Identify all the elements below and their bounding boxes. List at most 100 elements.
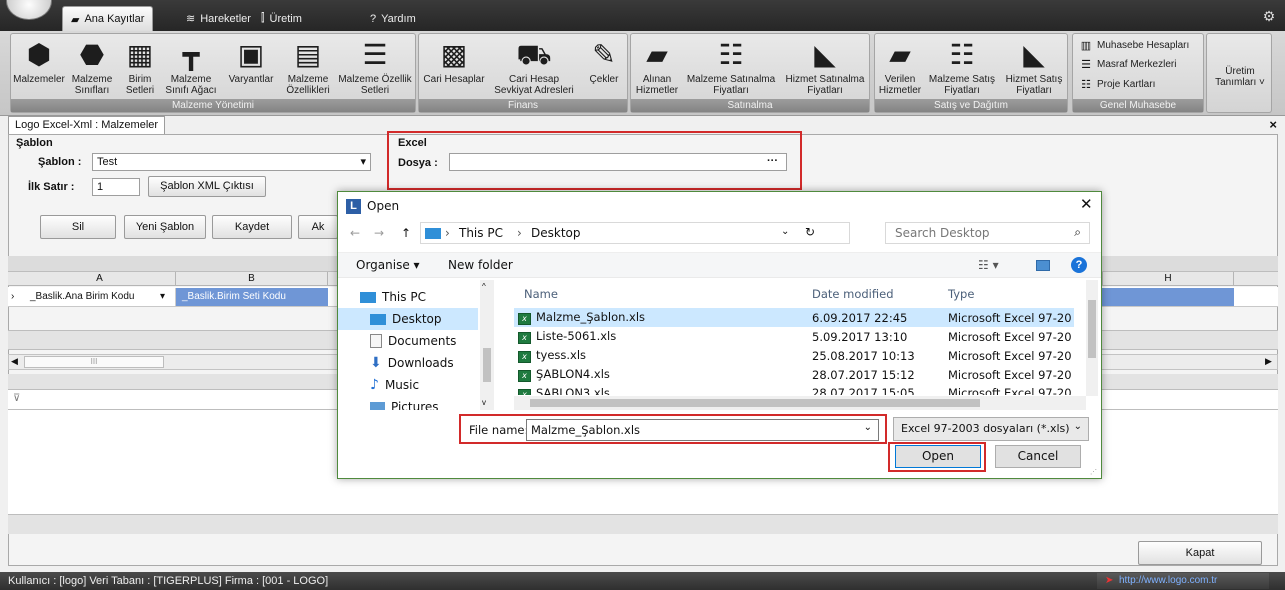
cari-hesap-sevkiyat-button[interactable]: ⛟ Cari Hesap Sevkiyat Adresleri: [489, 37, 579, 96]
document-tab[interactable]: Logo Excel-Xml : Malzemeler: [8, 116, 166, 134]
nav-desktop[interactable]: Desktop: [338, 308, 478, 330]
nav-scrollbar[interactable]: ^ v: [480, 280, 494, 410]
grid-cell-b[interactable]: _Baslik.Birim Seti Kodu: [176, 288, 328, 306]
malzeme-satis-fiyatlari-button[interactable]: ☷ Malzeme Satış Fiyatları: [925, 37, 999, 96]
file-row-4[interactable]: x ŞABLON3.xls 28.07.2017 15:05 Microsoft …: [514, 384, 1074, 395]
filter-icon[interactable]: ⊽: [13, 393, 20, 404]
file-list-hscrollbar[interactable]: [514, 396, 1086, 410]
ak-button[interactable]: Ak: [298, 215, 338, 239]
nav-this-pc[interactable]: This PC: [338, 286, 478, 308]
file-row-1[interactable]: x Liste-5061.xls 5.09.2017 13:10 Microsof…: [514, 327, 1074, 346]
hierarchy-icon: ┳: [182, 38, 200, 70]
back-icon[interactable]: ←: [350, 226, 360, 240]
hizmet-satis-fiyatlari-button[interactable]: ◣ Hizmet Satış Fiyatları: [1001, 37, 1067, 96]
view-options-icon[interactable]: ☷ ▾: [978, 258, 999, 272]
nav-downloads[interactable]: ⬇ Downloads: [338, 352, 478, 374]
ilk-satir-input[interactable]: 1: [92, 178, 140, 196]
refresh-icon[interactable]: ↻: [805, 225, 815, 239]
column-date-modified[interactable]: Date modified: [812, 287, 894, 301]
button-label: Malzeme: [170, 74, 212, 85]
malzeme-ozellik-setleri-button[interactable]: ☰ Malzeme Özellik Setleri: [335, 37, 415, 96]
close-icon[interactable]: ×: [1269, 117, 1277, 132]
nav-music[interactable]: ♪ Music: [338, 374, 478, 396]
filename-input[interactable]: Malzme_Şablon.xls ⌄: [526, 419, 879, 441]
sablon-xml-button[interactable]: Şablon XML Çıktısı: [148, 176, 266, 197]
alinan-hizmetler-button[interactable]: ▰ Alınan Hizmetler: [633, 37, 681, 96]
excel-file-icon: x: [518, 370, 531, 382]
scroll-thumb[interactable]: III: [24, 356, 164, 368]
file-date: 28.07.2017 15:12: [812, 367, 915, 382]
malzeme-satinalma-fiyatlari-button[interactable]: ☷ Malzeme Satınalma Fiyatları: [683, 37, 779, 96]
address-bar[interactable]: › This PC › Desktop ⌄ ↻: [420, 222, 850, 244]
scroll-right-icon[interactable]: ▶: [1265, 356, 1272, 367]
chevron-down-icon[interactable]: ⌄: [781, 226, 789, 237]
new-folder-button[interactable]: New folder: [448, 258, 513, 272]
column-type[interactable]: Type: [948, 287, 974, 301]
kaydet-button[interactable]: Kaydet: [212, 215, 292, 239]
file-row-0[interactable]: x Malzme_Şablon.xls 6.09.2017 22:45 Micro…: [514, 308, 1074, 327]
verilen-hizmetler-button[interactable]: ▰ Verilen Hizmetler: [877, 37, 923, 96]
chevron-down-icon[interactable]: ⌄: [864, 422, 872, 433]
column-name[interactable]: Name: [524, 287, 558, 301]
tab-uretim[interactable]: ⫿ Üretim: [253, 6, 310, 31]
proje-kartlari-button[interactable]: ☷ Proje Kartları: [1079, 78, 1155, 91]
malzemeler-button[interactable]: ⬢ Malzemeler: [13, 37, 65, 85]
column-header-b[interactable]: B: [176, 272, 328, 286]
website-link[interactable]: ➤ http://www.logo.com.tr: [1097, 573, 1269, 589]
column-header-a[interactable]: A: [24, 272, 176, 286]
cari-hesaplar-button[interactable]: ▩ Cari Hesaplar: [421, 37, 487, 85]
excel-group-title: Excel: [398, 137, 427, 149]
organise-menu[interactable]: Organise ▾: [356, 258, 420, 272]
scroll-left-icon[interactable]: ◀: [11, 356, 18, 367]
column-header-h[interactable]: H: [1102, 272, 1234, 286]
cekler-button[interactable]: ✎ Çekler: [583, 37, 625, 85]
malzeme-siniflari-button[interactable]: ⬣ Malzeme Sınıfları: [67, 37, 117, 96]
cancel-button[interactable]: Cancel: [995, 445, 1081, 468]
gear-icon[interactable]: ⚙: [1261, 8, 1277, 24]
malzeme-sinifi-agaci-button[interactable]: ┳ Malzeme Sınıfı Ağacı: [161, 37, 221, 96]
help-icon[interactable]: ?: [1071, 257, 1087, 273]
preview-pane-icon[interactable]: [1036, 260, 1050, 271]
tab-label: Üretim: [269, 12, 302, 25]
tab-ana-kayitlar[interactable]: ▰ Ana Kayıtlar: [62, 6, 154, 31]
up-icon[interactable]: ↑: [401, 226, 411, 240]
app-orb-button[interactable]: [6, 0, 52, 20]
tab-yardim[interactable]: ? Yardım: [362, 6, 424, 31]
dosya-input[interactable]: ···: [449, 153, 787, 171]
birim-setleri-button[interactable]: ▦ Birim Setleri: [119, 37, 161, 96]
grid-cell-a[interactable]: _Baslik.Ana Birim Kodu ▾: [24, 288, 176, 306]
muhasebe-hesaplari-button[interactable]: ▥ Muhasebe Hesapları: [1079, 39, 1189, 52]
close-icon[interactable]: ✕: [1080, 195, 1093, 213]
yeni-sablon-button[interactable]: Yeni Şablon: [124, 215, 206, 239]
breadcrumb-this-pc[interactable]: This PC: [459, 226, 503, 240]
kapat-button[interactable]: Kapat: [1138, 541, 1262, 565]
grid-cell-h[interactable]: [1102, 288, 1234, 306]
button-label: Malzeme Satış: [928, 74, 996, 85]
filename-label: File name:: [469, 423, 529, 437]
varyantlar-button[interactable]: ▣ Varyantlar: [223, 37, 279, 85]
browse-button[interactable]: ···: [767, 153, 778, 169]
forward-icon[interactable]: →: [374, 226, 384, 240]
open-button[interactable]: Open: [895, 445, 981, 468]
nav-pictures[interactable]: Pictures: [338, 396, 478, 410]
search-input[interactable]: Search Desktop ⌕: [885, 222, 1090, 244]
nav-documents[interactable]: Documents: [338, 330, 478, 352]
malzeme-ozellikleri-button[interactable]: ▤ Malzeme Özellikleri: [281, 37, 335, 96]
uretim-tanimlari-button[interactable]: Üretim Tanımları ˅: [1209, 66, 1271, 88]
file-row-3[interactable]: x ŞABLON4.xls 28.07.2017 15:12 Microsoft …: [514, 365, 1074, 384]
check-write-icon: ✎: [592, 38, 616, 70]
sil-button[interactable]: Sil: [40, 215, 116, 239]
resize-grip-icon[interactable]: ⋰: [1090, 468, 1097, 476]
folder-icon: ▰: [71, 13, 80, 26]
file-list-vscrollbar[interactable]: [1086, 280, 1098, 396]
masraf-merkezleri-button[interactable]: ☰ Masraf Merkezleri: [1079, 58, 1176, 71]
sablon-select[interactable]: Test ▾: [92, 153, 371, 171]
breadcrumb-desktop[interactable]: Desktop: [531, 226, 581, 240]
button-label: Malzeme Satınalma: [686, 74, 776, 85]
hizmet-satinalma-fiyatlari-button[interactable]: ◣ Hizmet Satınalma Fiyatları: [781, 37, 869, 96]
dialog-title: Open: [367, 199, 400, 213]
file-row-2[interactable]: x tyess.xls 25.08.2017 10:13 Microsoft Ex…: [514, 346, 1074, 365]
logo-app-icon: L: [346, 199, 361, 214]
filetype-select[interactable]: Excel 97-2003 dosyaları (*.xls) ⌄: [893, 417, 1089, 441]
tab-hareketler[interactable]: ≋ Hareketler: [178, 6, 259, 31]
